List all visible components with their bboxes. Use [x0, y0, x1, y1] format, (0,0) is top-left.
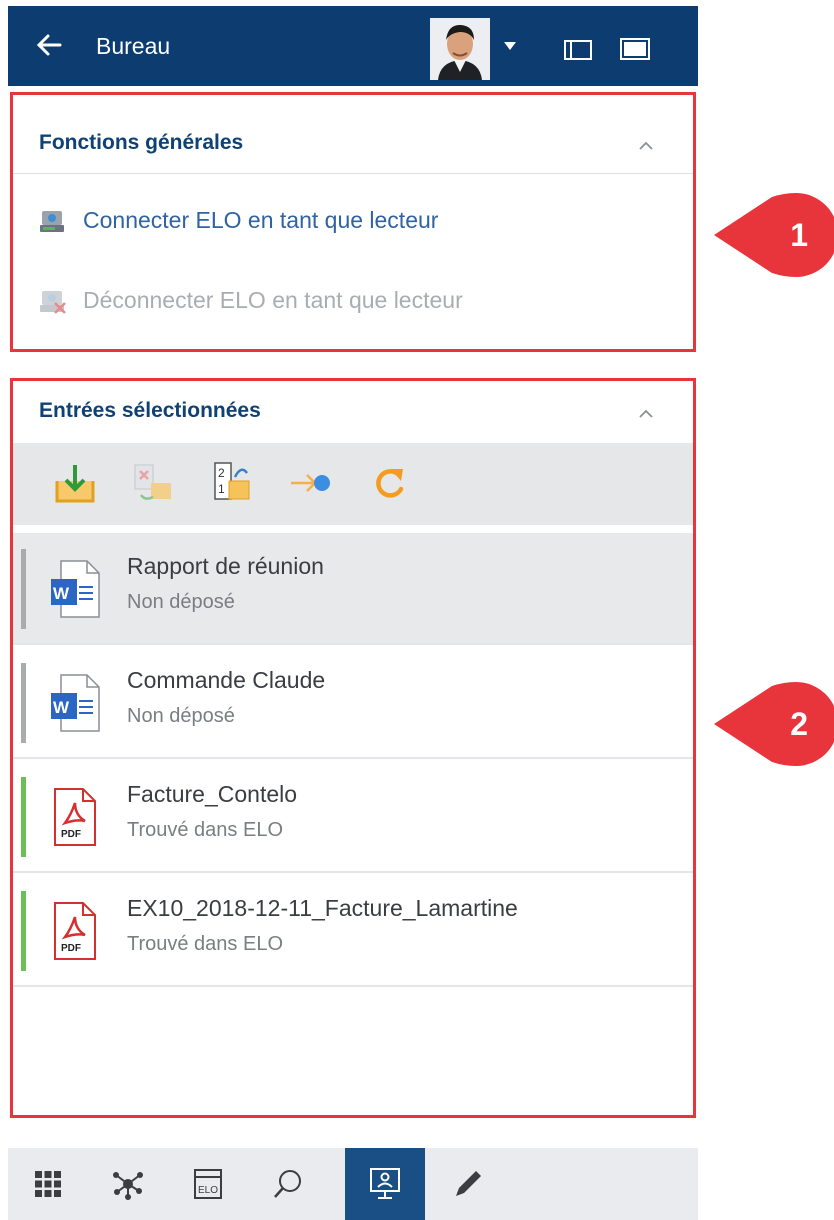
entry-name: Rapport de réunion: [127, 553, 324, 579]
connect-drive-label: Connecter ELO en tant que lecteur: [83, 207, 439, 233]
pdf-badge: PDF: [61, 943, 81, 954]
user-menu-caret-icon[interactable]: [504, 42, 516, 50]
pdf-document-icon: PDF: [54, 902, 96, 960]
chevron-up-icon[interactable]: [639, 407, 653, 421]
entry-status: Non déposé: [127, 591, 235, 613]
file-in-icon[interactable]: [53, 461, 97, 505]
status-indicator: [21, 891, 26, 971]
disconnect-drive-action: Déconnecter ELO en tant que lecteur: [39, 287, 559, 319]
word-document-icon: W: [51, 560, 100, 618]
selected-entries-section: Entrées sélectionnées 2 1 W Rapport de r…: [10, 378, 696, 1118]
entry-name: Facture_Contelo: [127, 781, 298, 807]
entry-status: Non déposé: [127, 705, 235, 727]
elo-repository-icon: ELO: [194, 1169, 222, 1199]
refresh-icon[interactable]: [367, 461, 411, 505]
desktop-panel: Bureau Fonctions générales Connecter ELO…: [8, 0, 698, 1220]
nav-desktop[interactable]: [345, 1148, 425, 1220]
page-title: Bureau: [96, 33, 171, 59]
list-item[interactable]: W Commande Claude Non déposé: [13, 647, 693, 759]
header-bar: Bureau: [8, 6, 698, 86]
nav-search[interactable]: [248, 1148, 328, 1220]
entry-name: Commande Claude: [127, 667, 326, 693]
tiles-icon: [35, 1171, 61, 1197]
desktop-icon: [370, 1168, 400, 1199]
list-item[interactable]: PDF EX10_2018-12-11_Facture_Lamartine Tr…: [13, 875, 693, 987]
send-to-icon[interactable]: [289, 461, 333, 505]
callout-1: 1: [714, 193, 834, 277]
nav-repository[interactable]: ELO: [168, 1148, 248, 1220]
replace-file-icon: [134, 464, 171, 500]
network-icon: [113, 1172, 143, 1200]
nav-tiles[interactable]: [8, 1148, 88, 1220]
entry-name: EX10_2018-12-11_Facture_Lamartine: [127, 895, 518, 921]
pdf-document-icon: PDF: [54, 788, 96, 846]
svg-text:W: W: [53, 698, 70, 717]
section-title: Fonctions générales: [39, 131, 244, 154]
callout-number: 1: [790, 216, 808, 253]
split-view-icon[interactable]: [564, 40, 592, 60]
section-title: Entrées sélectionnées: [39, 399, 261, 422]
entries-toolbar: 2 1: [13, 443, 693, 525]
elo-label: ELO: [198, 1185, 218, 1196]
callout-2: 2: [714, 682, 834, 766]
status-indicator: [21, 777, 26, 857]
status-indicator: [21, 549, 26, 629]
connect-drive-icon: [40, 211, 64, 232]
full-view-icon[interactable]: [620, 38, 650, 60]
pdf-badge: PDF: [61, 829, 81, 840]
sort-order-icon[interactable]: 2 1: [209, 461, 253, 505]
bottom-nav: ELO: [8, 1148, 698, 1220]
callout-number: 2: [790, 705, 808, 742]
user-photo-icon: [430, 18, 490, 80]
entry-status: Trouvé dans ELO: [127, 819, 284, 841]
word-document-icon: W: [51, 674, 100, 732]
avatar[interactable]: [430, 18, 490, 80]
list-item[interactable]: W Rapport de réunion Non déposé: [13, 533, 693, 645]
search-icon: [274, 1170, 301, 1198]
connect-drive-action[interactable]: Connecter ELO en tant que lecteur: [39, 207, 559, 239]
chevron-up-icon[interactable]: [639, 139, 653, 153]
nav-network[interactable]: [88, 1148, 168, 1220]
entry-status: Trouvé dans ELO: [127, 933, 284, 955]
svg-text:W: W: [53, 584, 70, 603]
disconnect-drive-label: Déconnecter ELO en tant que lecteur: [83, 287, 463, 313]
disconnect-drive-icon: [40, 291, 66, 314]
divider: [13, 173, 693, 174]
status-indicator: [21, 663, 26, 743]
nav-edit[interactable]: [428, 1148, 508, 1220]
pen-icon: [456, 1171, 481, 1196]
svg-text:2: 2: [218, 466, 225, 480]
svg-text:1: 1: [218, 482, 225, 496]
list-item[interactable]: PDF Facture_Contelo Trouvé dans ELO: [13, 761, 693, 873]
general-functions-section: Fonctions générales Connecter ELO en tan…: [10, 92, 696, 352]
back-arrow-icon[interactable]: [36, 32, 62, 58]
